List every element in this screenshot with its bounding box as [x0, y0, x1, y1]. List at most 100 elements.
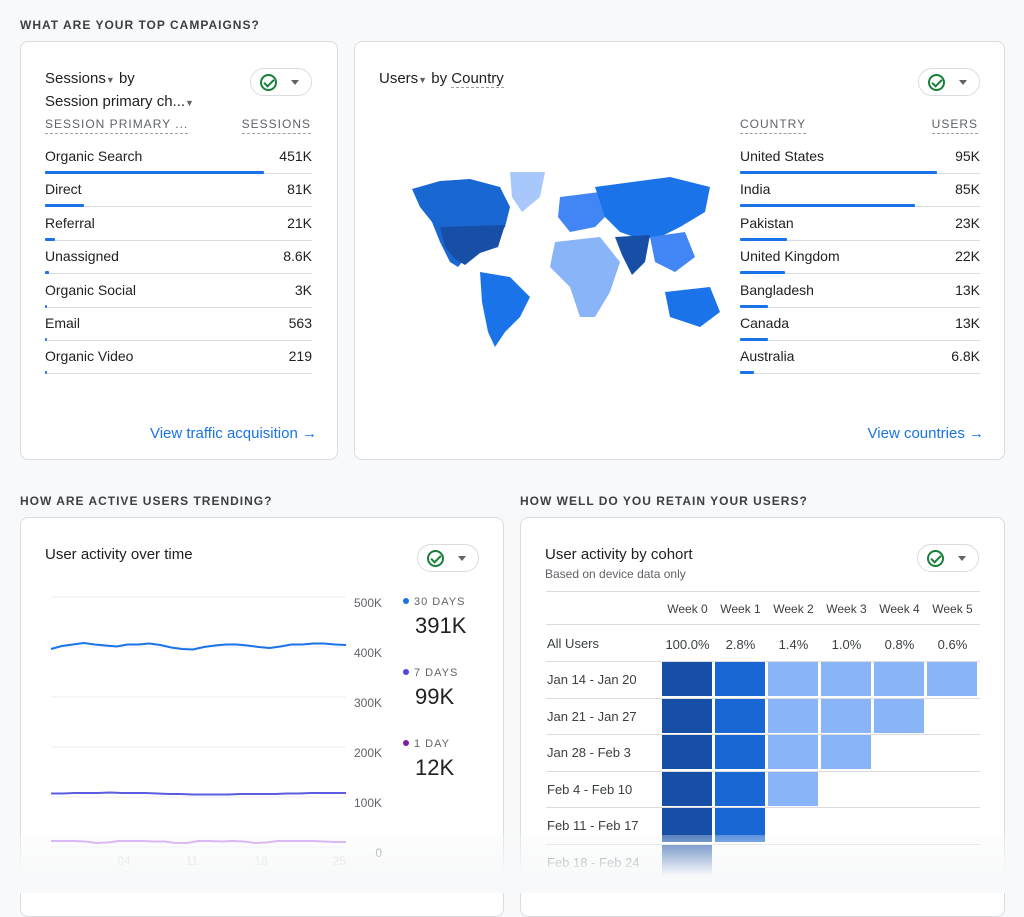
view-countries-link[interactable]: View countries → [868, 425, 984, 442]
legend-label: 1 DAY [414, 738, 450, 750]
map-australia [665, 287, 720, 327]
week-header: Week 4 [879, 602, 920, 616]
row-value: 219 [288, 348, 312, 365]
row-value: 95K [955, 148, 980, 164]
table-row[interactable]: Direct 81K [45, 174, 312, 208]
metric-selector[interactable]: Users▼ [379, 70, 427, 87]
country-card: Users▼ by Country COUNTRY USERS United S… [354, 41, 1005, 460]
cohort-cell[interactable] [768, 662, 818, 696]
table-row[interactable]: Organic Social 3K [45, 275, 312, 308]
row-share-bar [45, 371, 47, 375]
row-label: Organic Search [45, 148, 143, 164]
y-tick-label: 300K [353, 696, 382, 710]
section-heading-campaigns: WHAT ARE YOUR TOP CAMPAIGNS? [20, 18, 260, 32]
cohort-cell[interactable] [715, 735, 765, 769]
all-users-value: 2.8% [725, 637, 756, 652]
row-label: Pakistan [740, 214, 794, 231]
cohort-cell[interactable] [821, 698, 871, 733]
row-label: Email [45, 315, 81, 331]
legend-dot-icon [403, 598, 409, 604]
legend-value: 99K [415, 684, 455, 709]
row-value: 451K [279, 148, 312, 164]
world-map[interactable] [410, 167, 730, 352]
caret-down-icon: ▼ [185, 98, 194, 108]
row-label: United States [740, 148, 825, 164]
divider [546, 624, 980, 625]
cohort-cell[interactable] [715, 771, 765, 806]
table-row[interactable]: Australia 6.8K [740, 341, 980, 375]
arrow-right-icon: → [302, 425, 317, 442]
table-row[interactable]: India 85K [740, 174, 980, 208]
map-africa [550, 237, 620, 317]
row-label: United Kingdom [740, 248, 840, 265]
table-row[interactable]: Organic Search 451K [45, 141, 312, 174]
table-row[interactable]: United Kingdom 22K [740, 241, 980, 275]
chevron-down-icon [959, 80, 967, 89]
legend-item: 30 DAYS [403, 596, 465, 608]
week-header: Week 3 [826, 602, 867, 616]
map-russia-asia [595, 177, 710, 239]
col-header-metric[interactable]: SESSIONS [241, 117, 311, 134]
cohort-label: Feb 4 - Feb 10 [547, 781, 633, 797]
col-header-dimension[interactable]: SESSION PRIMARY ... [45, 117, 189, 134]
compare-check-button[interactable] [918, 68, 980, 96]
cohort-cell[interactable] [768, 735, 818, 769]
table-row[interactable]: Pakistan 23K [740, 208, 980, 241]
cohort-cell[interactable] [662, 771, 712, 806]
row-value: 22K [955, 248, 980, 265]
compare-check-button[interactable] [250, 68, 312, 96]
row-value: 13K [955, 281, 980, 298]
row-value: 13K [955, 315, 980, 331]
metric-label: Users [379, 70, 419, 87]
row-label: Australia [740, 348, 795, 365]
cohort-cell[interactable] [768, 698, 818, 733]
row-value: 81K [287, 181, 312, 198]
view-traffic-acquisition-link[interactable]: View traffic acquisition → [150, 425, 317, 442]
table-row[interactable]: United States 95K [740, 141, 980, 174]
cohort-cell[interactable] [821, 735, 871, 769]
chevron-down-icon [958, 556, 966, 565]
week-header: Week 2 [773, 602, 814, 616]
by-label: by [118, 70, 135, 87]
by-label: by [431, 70, 448, 87]
table-row[interactable]: Bangladesh 13K [740, 275, 980, 308]
cohort-cell[interactable] [768, 771, 818, 806]
table-row[interactable]: Referral 21K [45, 208, 312, 241]
cohort-label: Feb 11 - Feb 17 [547, 818, 639, 833]
section-heading-trending: HOW ARE ACTIVE USERS TRENDING? [20, 494, 273, 508]
col-header-metric[interactable]: USERS [931, 117, 978, 134]
table-row[interactable]: Email 563 [45, 308, 312, 341]
all-users-value: 1.4% [778, 637, 809, 652]
cohort-cell[interactable] [715, 662, 765, 696]
dimension-selector[interactable]: Country [451, 70, 504, 88]
chevron-down-icon [291, 80, 299, 89]
arrow-right-icon: → [969, 425, 984, 442]
row-value: 3K [294, 281, 312, 298]
cohort-cell[interactable] [662, 735, 712, 769]
cohort-cell[interactable] [874, 662, 924, 696]
cohort-label: Jan 21 - Jan 27 [547, 708, 637, 724]
col-header-dimension[interactable]: COUNTRY [740, 117, 807, 134]
row-label: Bangladesh [740, 281, 814, 298]
row-label: Organic Video [45, 348, 134, 365]
cohort-cell[interactable] [821, 662, 871, 696]
cohort-cell[interactable] [874, 698, 924, 733]
table-row[interactable]: Organic Video 219 [45, 341, 312, 375]
caret-down-icon: ▼ [105, 75, 115, 85]
dimension-label: Session primary ch... [45, 93, 186, 110]
legend-dot-icon [403, 740, 409, 746]
compare-check-button[interactable] [917, 544, 979, 572]
caret-down-icon: ▼ [418, 75, 428, 85]
cohort-cell[interactable] [715, 698, 765, 733]
all-users-label: All Users [547, 636, 600, 651]
table-row[interactable]: Canada 13K [740, 308, 980, 341]
row-share-bar [740, 371, 754, 375]
dimension-selector[interactable]: Session primary ch...▼ [45, 93, 194, 110]
table-row[interactable]: Unassigned 8.6K [45, 241, 312, 275]
cohort-cell[interactable] [927, 662, 977, 696]
row-value: 23K [955, 214, 980, 231]
section-heading-retain: HOW WELL DO YOU RETAIN YOUR USERS? [520, 494, 808, 508]
cohort-cell[interactable] [662, 698, 712, 733]
cohort-cell[interactable] [662, 662, 712, 696]
metric-selector[interactable]: Sessions▼ [45, 70, 115, 87]
